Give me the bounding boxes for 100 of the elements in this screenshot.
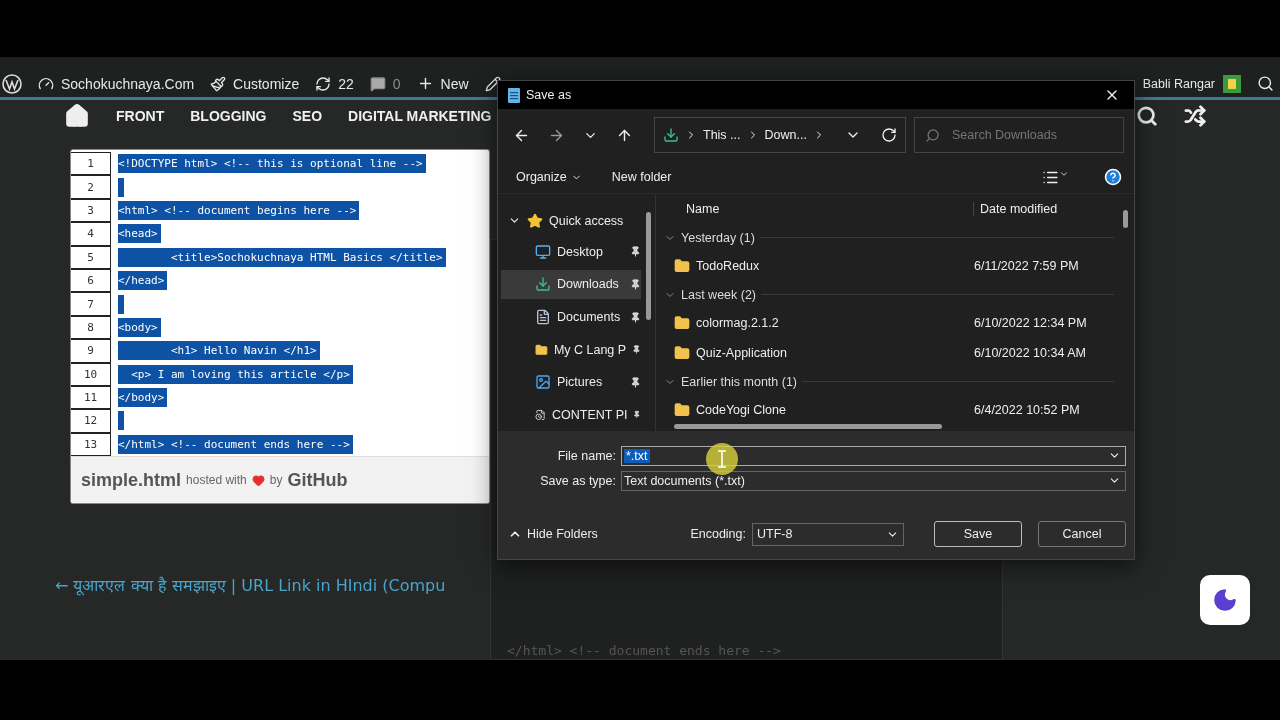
pin-icon — [630, 376, 641, 388]
file-name[interactable]: Quiz-Application — [674, 345, 974, 361]
line-number: 8 — [71, 315, 111, 340]
pin-icon — [632, 344, 641, 356]
date-modified: 6/11/2022 7:59 PM — [974, 259, 1079, 273]
cursor-icon — [705, 442, 739, 476]
dashboard-icon — [38, 75, 54, 92]
cancel-button[interactable]: Cancel — [1038, 521, 1126, 547]
refresh-icon[interactable] — [881, 127, 897, 143]
search-field[interactable]: Search Downloads — [914, 117, 1124, 153]
group-header: Yesterday (1) — [681, 230, 755, 245]
encoding-select[interactable]: UTF-8 — [752, 522, 904, 546]
file-name-field[interactable]: *.txt — [621, 445, 1126, 466]
file-name[interactable]: TodoRedux — [674, 258, 974, 274]
line-number: 1 — [71, 152, 111, 176]
download-icon — [535, 276, 551, 293]
address-bar[interactable]: This ... Down... — [654, 117, 906, 153]
pin-icon — [630, 311, 641, 323]
admin-bar-item[interactable]: Customize — [210, 75, 300, 92]
nav-item[interactable]: CONTENT PI — [501, 400, 641, 430]
save-type-select[interactable]: Text documents (*.txt) — [621, 470, 1126, 491]
admin-bar-item[interactable]: Sochokuchnaya.Com — [38, 75, 195, 92]
pin-icon — [630, 278, 641, 290]
scrollbar-thumb[interactable] — [1123, 210, 1128, 228]
wordpress-logo-icon[interactable] — [2, 73, 22, 94]
line-number: 2 — [71, 175, 111, 199]
pin-icon — [630, 246, 641, 258]
nav-link[interactable]: DIGITAL MARKETING — [348, 108, 492, 125]
breadcrumb-item[interactable]: Down... — [764, 128, 807, 142]
download-icon — [663, 127, 679, 143]
home-icon[interactable] — [64, 103, 90, 130]
line-number: 7 — [71, 292, 111, 316]
column-header[interactable]: Date modified — [974, 202, 1058, 216]
file-link[interactable]: simple.html — [81, 469, 182, 491]
date-modified: 6/10/2022 12:34 PM — [974, 316, 1087, 330]
line-number: 9 — [71, 339, 111, 363]
command-button[interactable]: Organize — [516, 170, 582, 184]
field-label: Encoding: — [690, 527, 746, 541]
shuffle-icon[interactable] — [1184, 105, 1206, 128]
group-header: Earlier this month (1) — [681, 374, 797, 389]
comment-icon — [369, 75, 386, 92]
folder-icon — [674, 345, 690, 361]
field-label: Save as type: — [539, 473, 617, 488]
notepad-icon — [508, 87, 520, 103]
nav-link[interactable]: SEO — [292, 108, 323, 125]
hosted-text: hosted with — [186, 473, 247, 488]
line-number: 12 — [71, 409, 111, 433]
hide-folders-button[interactable]: Hide Folders — [508, 527, 598, 541]
heart-icon — [251, 473, 265, 487]
line-number: 3 — [71, 198, 111, 223]
nav-link[interactable]: BLOGGING — [190, 108, 267, 125]
scrollbar-thumb[interactable] — [674, 424, 942, 429]
column-header[interactable]: Name — [664, 202, 974, 216]
field-label: File name: — [556, 448, 617, 463]
nav-item[interactable]: Downloads — [501, 270, 641, 299]
paintbrush-icon — [210, 75, 227, 92]
pencil-icon[interactable] — [484, 75, 501, 92]
search-input[interactable]: Search Downloads — [952, 128, 1113, 142]
file-name[interactable]: colormag.2.1.2 — [674, 315, 974, 331]
command-button[interactable]: New folder — [611, 170, 672, 184]
host-link[interactable]: GitHub — [287, 469, 348, 491]
folder-icon — [674, 315, 690, 331]
nav-item[interactable]: Documents — [501, 302, 641, 332]
breadcrumb-item[interactable]: This ... — [703, 128, 741, 142]
line-number: 11 — [71, 385, 111, 410]
admin-bar-item[interactable]: 22 — [315, 75, 354, 92]
monitor-icon — [535, 243, 551, 260]
nav-link[interactable]: FRONT — [116, 108, 165, 125]
moon-icon — [1212, 587, 1238, 613]
save-button[interactable]: Save — [934, 521, 1022, 547]
pin-icon — [633, 409, 641, 421]
admin-bar-item[interactable]: New — [416, 75, 469, 93]
nav-item[interactable]: Quick access — [498, 206, 655, 236]
folder-icon — [674, 258, 690, 274]
avatar-icon — [1223, 74, 1241, 93]
user-name[interactable]: Babli Rangar — [1142, 76, 1215, 91]
admin-bar-item[interactable]: 0 — [369, 75, 401, 92]
file-name[interactable]: CodeYogi Clone — [674, 402, 974, 418]
line-number: 5 — [71, 245, 111, 269]
nav-item[interactable]: Desktop — [501, 237, 641, 267]
help-icon[interactable] — [1104, 168, 1122, 186]
group-header: Last week (2) — [681, 287, 757, 302]
by-text: by — [269, 473, 283, 488]
search-icon[interactable] — [1136, 105, 1158, 128]
picture-icon — [535, 374, 551, 391]
refresh-icon — [315, 75, 332, 92]
nav-item[interactable]: Pictures — [501, 367, 641, 397]
scrollbar-thumb[interactable] — [646, 212, 651, 320]
previous-post-link[interactable]: ← यूआरएल क्या है समझाइए | URL Link in HIndi (Compu — [55, 574, 490, 596]
line-number: 10 — [71, 362, 111, 386]
dark-mode-button[interactable] — [1200, 575, 1250, 625]
document-icon — [535, 309, 551, 325]
date-modified: 6/4/2022 10:52 PM — [974, 403, 1080, 417]
date-modified: 6/10/2022 10:34 AM — [974, 346, 1086, 360]
search-icon[interactable] — [1257, 75, 1274, 93]
nav-item[interactable]: My C Lang P — [501, 335, 641, 364]
line-number: 4 — [71, 222, 111, 246]
line-number: 6 — [71, 268, 111, 293]
search-icon — [925, 127, 940, 143]
folder-icon — [674, 402, 690, 418]
